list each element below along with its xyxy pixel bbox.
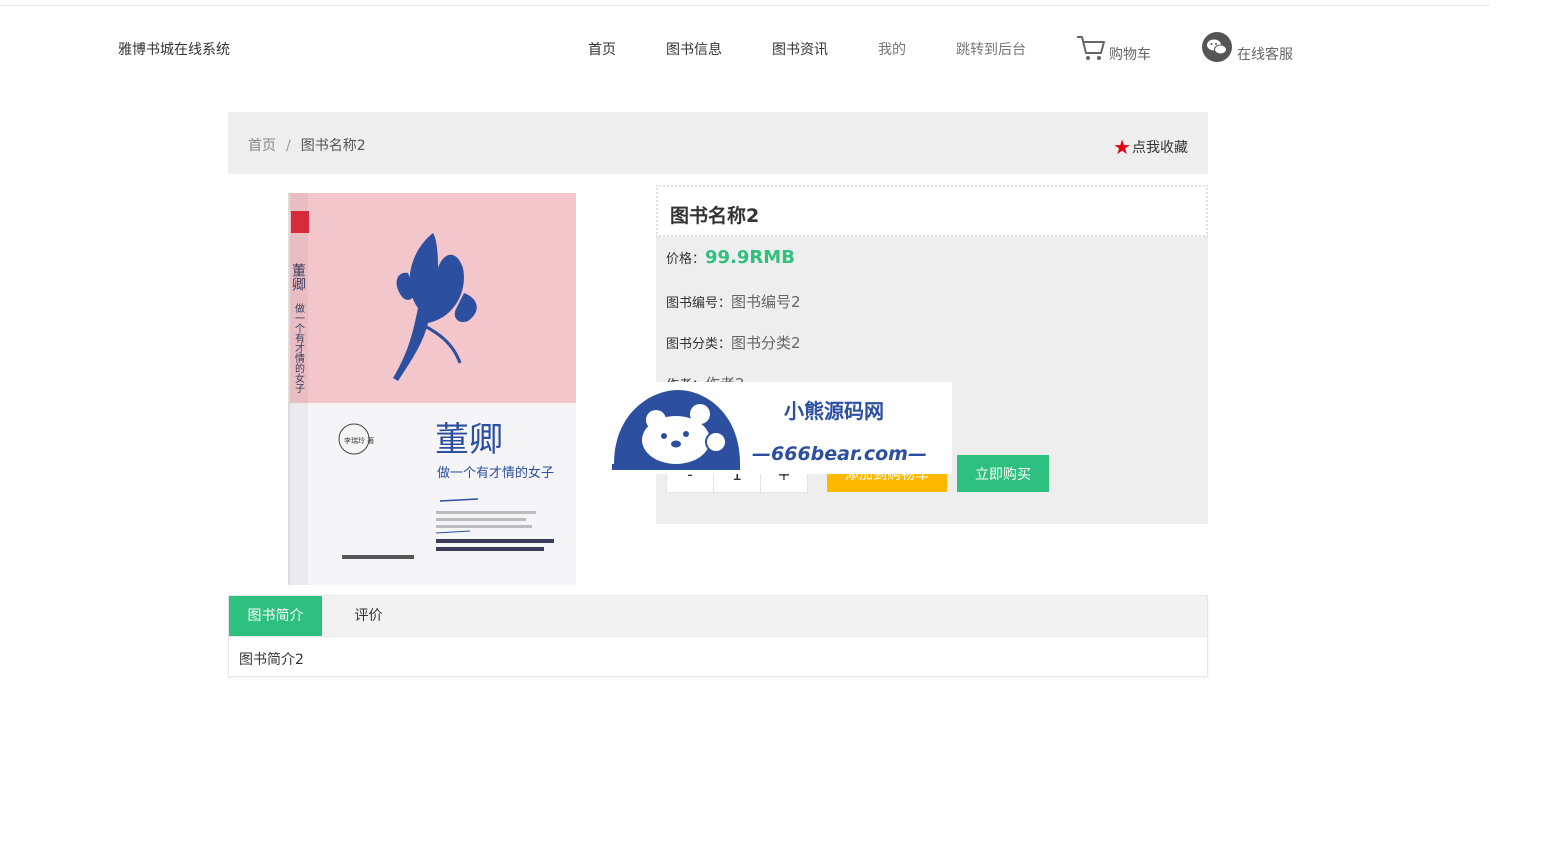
top-divider xyxy=(0,5,1490,6)
code-row: 图书编号：图书编号2 xyxy=(666,291,801,312)
favorite-label: 点我收藏 xyxy=(1132,140,1188,156)
cover-title: 董卿 xyxy=(435,420,503,460)
breadcrumb-bar: 首页 / 图书名称2 ★点我收藏 xyxy=(228,112,1208,174)
breadcrumb-separator: / xyxy=(286,138,291,154)
detail-tabs: 图书简介 评价 图书简介2 xyxy=(228,595,1208,677)
wechat-icon[interactable] xyxy=(1202,32,1232,62)
watermark-overlay: 小熊源码网 —666bear.com— xyxy=(612,382,952,474)
book-title: 图书名称2 xyxy=(670,205,760,227)
watermark-title: 小熊源码网 xyxy=(784,399,884,423)
category-row: 图书分类：图书分类2 xyxy=(666,332,801,353)
tab-reviews[interactable]: 评价 xyxy=(322,596,415,636)
code-value: 图书编号2 xyxy=(731,293,801,311)
category-value: 图书分类2 xyxy=(731,334,801,352)
book-cover-image: 董卿 做一个有才情的女子 李瑞玲 著 董卿 做一个有才情的女子 xyxy=(288,193,576,585)
cover-spine-title: 董卿 xyxy=(290,263,306,291)
category-label: 图书分类： xyxy=(666,337,732,352)
breadcrumb-current: 图书名称2 xyxy=(300,138,366,154)
code-label: 图书编号： xyxy=(666,296,732,311)
tab-book-intro[interactable]: 图书简介 xyxy=(229,596,322,636)
cart-icon[interactable] xyxy=(1076,34,1106,62)
cover-author-seal: 李瑞玲 著 xyxy=(344,436,374,445)
cover-spine-subtitle: 做一个有才情的女子 xyxy=(293,302,305,393)
breadcrumb: 首页 / 图书名称2 xyxy=(248,135,366,155)
nav-cart[interactable]: 购物车 xyxy=(1109,44,1151,64)
star-icon: ★ xyxy=(1113,135,1131,159)
breadcrumb-home[interactable]: 首页 xyxy=(248,138,276,154)
bear-logo-icon: 小熊源码网 —666bear.com— xyxy=(612,390,927,470)
book-info-panel: 价格：99.9RMB 图书编号：图书编号2 图书分类：图书分类2 作者：作者2 … xyxy=(656,237,1208,524)
watermark-url: —666bear.com— xyxy=(752,443,927,465)
nav-my[interactable]: 我的 xyxy=(878,39,906,59)
favorite-button[interactable]: ★点我收藏 xyxy=(1113,135,1188,159)
cover-subtitle: 做一个有才情的女子 xyxy=(437,465,554,481)
price-row: 价格：99.9RMB xyxy=(666,247,795,268)
book-title-box: 图书名称2 xyxy=(656,185,1208,237)
buy-now-button[interactable]: 立即购买 xyxy=(957,455,1049,492)
nav-service[interactable]: 在线客服 xyxy=(1237,44,1293,64)
nav-book-info[interactable]: 图书信息 xyxy=(666,39,722,59)
tab-content: 图书简介2 xyxy=(239,652,304,668)
main-nav: 首页 图书信息 图书资讯 我的 跳转到后台 xyxy=(0,39,1552,69)
price-value: 99.9RMB xyxy=(705,247,795,268)
price-label: 价格： xyxy=(666,252,706,267)
tab-bar: 图书简介 评价 xyxy=(229,596,1207,637)
nav-home[interactable]: 首页 xyxy=(588,39,616,59)
nav-book-news[interactable]: 图书资讯 xyxy=(772,39,828,59)
nav-admin[interactable]: 跳转到后台 xyxy=(956,39,1026,59)
